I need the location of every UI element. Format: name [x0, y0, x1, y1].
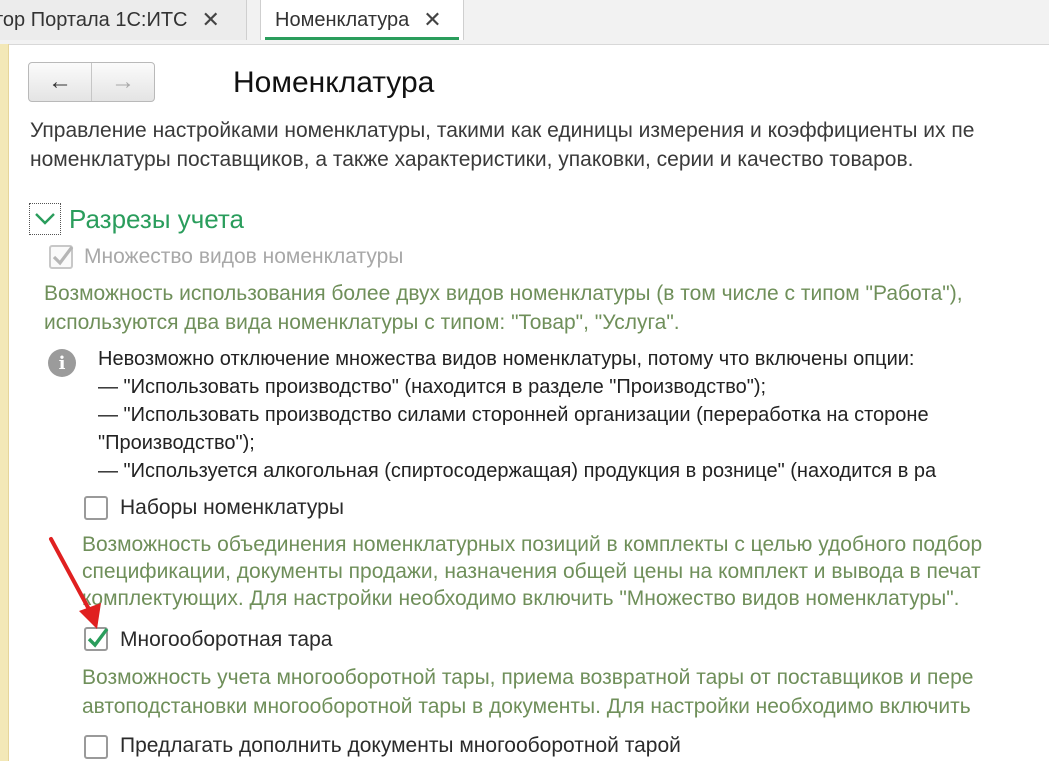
- multi-kinds-label: Множество видов номенклатуры: [84, 245, 404, 268]
- multi-kinds-hint: Возможность использования более двух вид…: [44, 279, 963, 337]
- description-line: номенклатуры поставщиков, а также характ…: [30, 148, 914, 171]
- page-title: Номенклатура: [233, 66, 435, 99]
- annotation-arrow-icon: [49, 537, 101, 629]
- arrow-right-icon: →: [111, 68, 135, 95]
- section-collapse-toggle[interactable]: [29, 203, 61, 235]
- tab-bar: тор Портала 1С:ИТС ✕ Номенклатура ✕: [0, 0, 1049, 45]
- chevron-down-icon: [35, 213, 55, 225]
- hint-line: автоподстановки многооборотной тары в до…: [82, 695, 971, 718]
- multi-kinds-checkbox[interactable]: [49, 245, 74, 269]
- hint-line: Возможность использования более двух вид…: [44, 282, 963, 305]
- info-line: "Производство");: [98, 432, 255, 454]
- app-window: тор Портала 1С:ИТС ✕ Номенклатура ✕ ← → …: [0, 0, 1049, 761]
- hint-line: Возможность учета многооборотной тары, п…: [82, 666, 974, 689]
- active-tab-indicator: [265, 37, 459, 40]
- info-line: — "Используется алкогольная (спиртосодер…: [98, 460, 937, 482]
- description-line: Управление настройками номенклатуры, так…: [30, 119, 975, 142]
- info-message: Невозможно отключение множества видов но…: [98, 345, 936, 485]
- page-description: Управление настройками номенклатуры, так…: [30, 116, 974, 174]
- info-line: Невозможно отключение множества видов но…: [98, 348, 915, 370]
- tab-label: Номенклатура: [275, 8, 410, 31]
- kits-hint: Возможность объединения номенклатурных п…: [82, 531, 982, 612]
- hint-line: комплектующих. Для настройки необходимо …: [82, 587, 960, 610]
- kits-checkbox[interactable]: [84, 496, 108, 520]
- returnable-tare-hint: Возможность учета многооборотной тары, п…: [82, 663, 973, 721]
- back-button[interactable]: ←: [29, 63, 92, 101]
- checkmark-icon: [52, 246, 74, 266]
- hint-line: спецификации, документы продажи, назначе…: [82, 560, 981, 583]
- suggest-tare-checkbox[interactable]: [84, 735, 108, 759]
- returnable-tare-label: Многооборотная тара: [120, 628, 333, 651]
- info-icon: i: [48, 349, 76, 377]
- left-panel-strip: [0, 44, 9, 761]
- navigation-buttons: ← →: [28, 62, 155, 102]
- hint-line: Возможность объединения номенклатурных п…: [82, 533, 983, 556]
- suggest-tare-label: Предлагать дополнить документы многообор…: [120, 734, 681, 757]
- tab-its-portal[interactable]: тор Портала 1С:ИТС ✕: [0, 0, 247, 40]
- kits-label: Наборы номенклатуры: [120, 496, 344, 519]
- close-icon[interactable]: ✕: [423, 7, 441, 33]
- info-line: — "Использовать производство силами стор…: [98, 404, 929, 426]
- info-line: — "Использовать производство" (находится…: [98, 376, 767, 398]
- tab-nomenclature[interactable]: Номенклатура ✕: [260, 0, 464, 40]
- tab-label: тор Портала 1С:ИТС: [0, 8, 188, 31]
- forward-button[interactable]: →: [92, 63, 154, 101]
- section-title[interactable]: Разрезы учета: [69, 203, 244, 235]
- close-icon[interactable]: ✕: [202, 7, 220, 33]
- arrow-left-icon: ←: [48, 68, 72, 95]
- hint-line: используются два вида номенклатуры с тип…: [44, 311, 680, 334]
